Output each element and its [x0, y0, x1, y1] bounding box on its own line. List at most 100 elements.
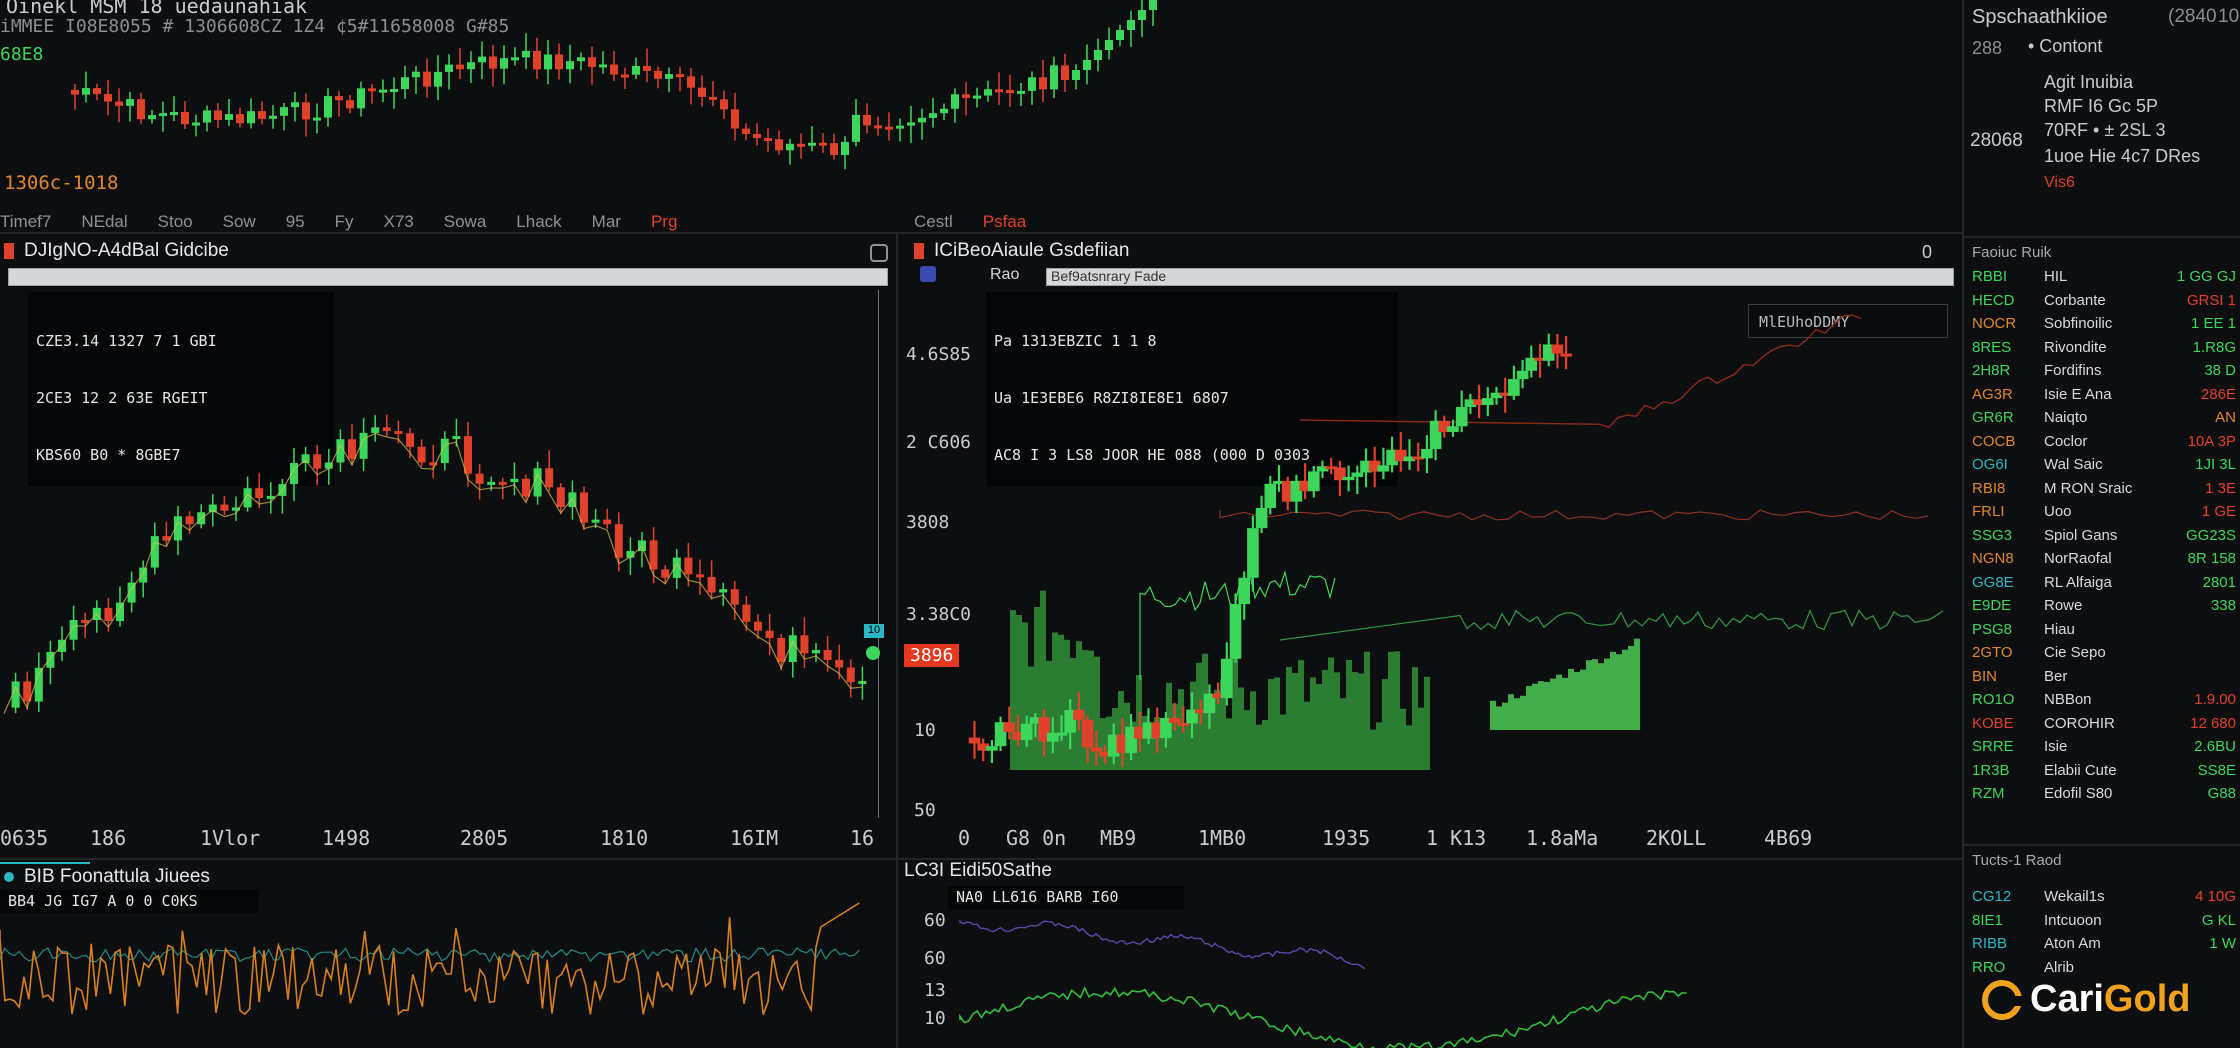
top-tab[interactable]: Lhack	[516, 212, 561, 232]
watchlist-row[interactable]: RBI8 M RON Sraic 1 3E	[1972, 480, 2240, 502]
top-tab[interactable]: Sow	[223, 212, 256, 232]
candle	[93, 88, 101, 95]
top-tab-2[interactable]: Psfaa	[983, 212, 1026, 232]
candle	[1560, 353, 1572, 357]
right-top-year: (2840	[2168, 6, 2217, 27]
left-panel-search-bar[interactable]	[8, 268, 888, 286]
volume-bar	[1034, 607, 1040, 770]
volume-bar	[1376, 722, 1382, 770]
watchlist-row[interactable]: FRLI Uoo 1 GE	[1972, 503, 2240, 525]
indicator-line	[1299, 314, 1862, 429]
watchlist-row[interactable]: SSG3 Spiol Gans GG23S	[1972, 527, 2240, 549]
watchlist-row[interactable]: RBBI HIL 1 GG GJ	[1972, 268, 2240, 290]
watchlist-row[interactable]: 2GTO Cie Sepo	[1972, 644, 2240, 666]
top-tab[interactable]: 95	[286, 212, 305, 232]
watchlist-header: Faoiuc Ruik	[1972, 244, 2052, 261]
right-panel-calendar-icon[interactable]	[920, 266, 936, 282]
watchlist-symbol: BIN	[1972, 667, 1998, 685]
candle	[661, 569, 670, 578]
watchlist-row[interactable]: 8IE1 Intcuoon G KL	[1972, 912, 2240, 934]
watchlist-value: GRSI 1	[2186, 291, 2236, 309]
volume-bar	[1604, 658, 1610, 730]
top-tab[interactable]: Fy	[335, 212, 354, 232]
watchlist-row[interactable]: BIN Ber	[1972, 668, 2240, 690]
candle	[1221, 658, 1233, 699]
candle	[139, 567, 148, 583]
candle	[588, 57, 596, 67]
top-tab[interactable]: X73	[384, 212, 414, 232]
watchlist-row[interactable]: NGN8 NorRaofal 8R 158	[1972, 550, 2240, 572]
candle	[1421, 449, 1433, 459]
right-panel-row-label: Rao	[990, 266, 1020, 283]
candle	[1508, 379, 1520, 396]
right-x-tick: 0	[958, 826, 971, 850]
watchlist-row[interactable]: COCB Coclor 10A 3P	[1972, 433, 2240, 455]
volume-bar	[1292, 672, 1298, 770]
candle	[192, 122, 200, 126]
candle	[522, 478, 530, 497]
watchlist-name: Intcuoon	[2044, 911, 2102, 929]
candle	[313, 117, 321, 121]
left-candle-chart	[3, 414, 867, 714]
top-tab[interactable]: Mar	[592, 212, 621, 232]
candle	[1447, 426, 1459, 433]
right-panel-search-bar[interactable]: Bef9atsnrary Fade	[1046, 268, 1954, 286]
volume-bar	[1496, 706, 1502, 730]
watchlist-row[interactable]: GR6R Naiqto AN	[1972, 409, 2240, 431]
watchlist-row[interactable]: KOBE COROHIR 12 680	[1972, 715, 2240, 737]
candle	[357, 88, 365, 109]
top-tab[interactable]: NEdal	[81, 212, 127, 232]
watchlist-symbol: COCB	[1972, 432, 2016, 450]
candle	[487, 481, 496, 485]
candle	[885, 126, 893, 130]
top-tab-2[interactable]: Cestl	[914, 212, 953, 232]
top-tab[interactable]: Timef7	[0, 212, 51, 232]
top-tab[interactable]: Prg	[651, 212, 677, 232]
candle	[533, 50, 541, 70]
watchlist-row[interactable]: RZM Edofil S80 G88	[1972, 785, 2240, 807]
watchlist-name: COROHIR	[2044, 714, 2115, 732]
candle	[280, 107, 288, 116]
top-tab[interactable]: Sowa	[444, 212, 487, 232]
watchlist-row[interactable]: 2H8R Fordifins 38 D	[1972, 362, 2240, 384]
candle	[555, 54, 563, 70]
volume-bar	[1298, 660, 1304, 770]
watchlist-row[interactable]: CG12 Wekail1s 4 10G	[1972, 888, 2240, 910]
watchlist-row[interactable]: 8RES Rivondite 1.R8G	[1972, 339, 2240, 361]
candle	[1351, 472, 1364, 477]
right-x-tick: 1935	[1322, 826, 1371, 850]
watchlist-name: Alrib	[2044, 958, 2075, 976]
watchlist-row[interactable]: HECD Corbante GRSI 1	[1972, 292, 2240, 314]
volume-bar	[1538, 681, 1544, 730]
indicator-line	[1219, 509, 1929, 521]
watchlist-row[interactable]: RO1O NBBon 1.9.00	[1972, 691, 2240, 713]
watchlist-row[interactable]: 1R3B Elabii Cute SS8E	[1972, 762, 2240, 784]
watchlist-row[interactable]: SRRE Isie 2.6BU	[1972, 738, 2240, 760]
volume-bar	[1550, 678, 1556, 730]
watchlist-row[interactable]: PSG8 Hiau	[1972, 621, 2240, 643]
top-tab[interactable]: Stoo	[158, 212, 193, 232]
watchlist-row[interactable]: OG6I Wal Saic 1JI 3L	[1972, 456, 2240, 478]
volume-bar	[1238, 687, 1244, 770]
watchlist-row[interactable]: AG3R Isie E Ana 286E	[1972, 386, 2240, 408]
watchlist-row[interactable]: GG8E RL Alfaiga 2801	[1972, 574, 2240, 596]
candle	[698, 87, 706, 97]
candle	[775, 139, 783, 151]
volume-bar	[1064, 639, 1070, 770]
candle	[754, 621, 762, 631]
candle	[247, 111, 255, 124]
candle	[382, 427, 391, 432]
left-panel-lock-icon[interactable]	[870, 244, 888, 262]
divider-main-vertical	[896, 234, 898, 1048]
candle	[313, 454, 322, 469]
watchlist-row[interactable]: NOCR Sobfinoilic 1 EE 1	[1972, 315, 2240, 337]
watchlist-value: 286E	[2200, 385, 2236, 403]
watchlist-row[interactable]: RIBB Aton Am 1 W	[1972, 935, 2240, 957]
bottom-left-title: BIB Foonattula Jiuees	[24, 866, 210, 887]
candle	[603, 519, 612, 525]
candle	[412, 71, 420, 78]
candle	[731, 109, 739, 129]
volume-bar	[1364, 651, 1370, 770]
candle	[406, 433, 414, 447]
watchlist-row[interactable]: E9DE Rowe 338	[1972, 597, 2240, 619]
